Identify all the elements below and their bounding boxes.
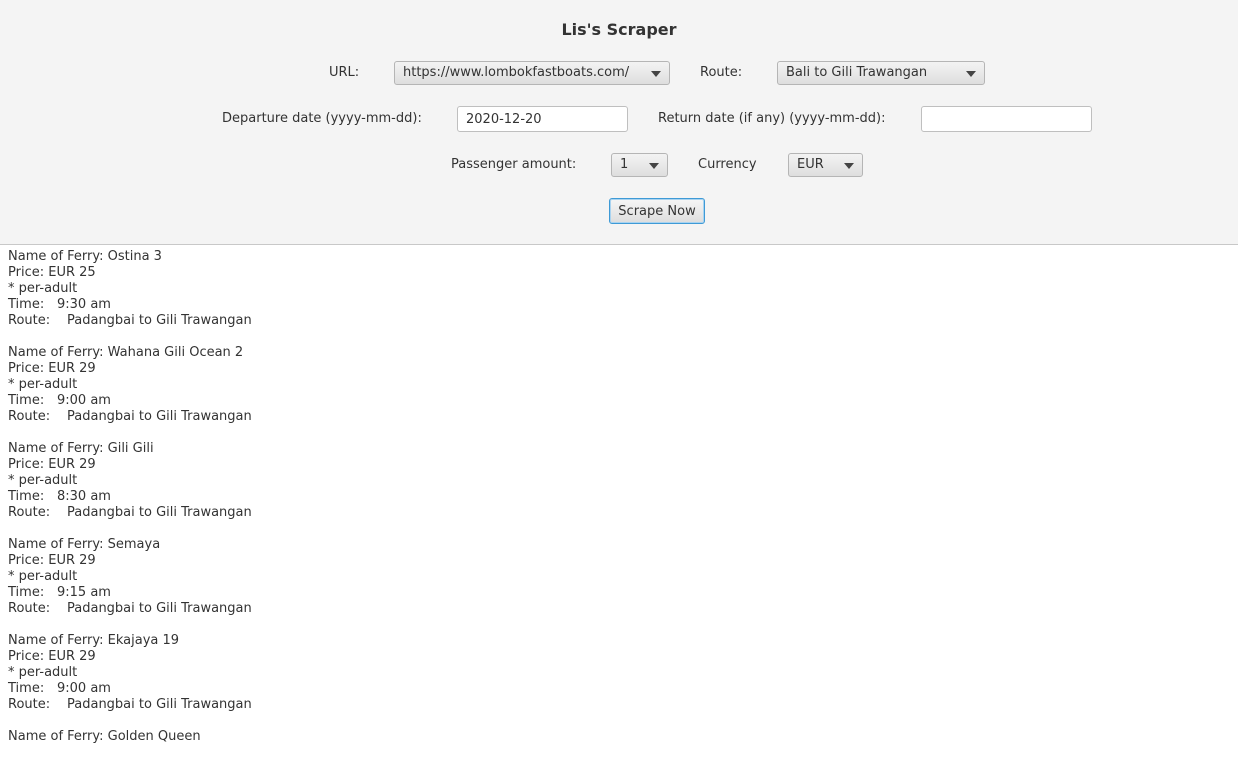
chevron-down-icon: [966, 71, 976, 77]
ferry-time-label: Time:: [8, 585, 45, 600]
ferry-time: 9:00 am: [57, 681, 111, 696]
route-dropdown-value: Bali to Gili Trawangan: [786, 65, 928, 80]
ferry-name: Name of Ferry: Wahana Gili Ocean 2: [8, 345, 244, 360]
ferry-route-label: Route:: [8, 409, 51, 424]
departure-date-label: Departure date (yyyy-mm-dd):: [222, 111, 422, 126]
chevron-down-icon: [649, 163, 659, 169]
ferry-time: 9:30 am: [57, 297, 111, 312]
route-label: Route:: [700, 65, 743, 80]
ferry-route-row: Route: Padangbai to Gili Trawangan: [8, 697, 1228, 713]
currency-value: EUR: [797, 157, 824, 172]
ferry-route-label: Route:: [8, 313, 51, 328]
results-output: Name of Ferry: Ostina 3 Price: EUR 25 * …: [8, 249, 1228, 761]
ferry-result: Name of Ferry: Gili Gili Price: EUR 29 *…: [8, 441, 1228, 521]
ferry-price: Price: EUR 29: [8, 649, 96, 664]
departure-date-field[interactable]: [457, 106, 628, 132]
ferry-time: 9:00 am: [57, 393, 111, 408]
ferry-time-row: Time: 9:15 am: [8, 585, 1228, 601]
ferry-route-label: Route:: [8, 697, 51, 712]
app-title: Lis's Scraper: [561, 20, 677, 39]
ferry-route-label: Route:: [8, 601, 51, 616]
ferry-name: Name of Ferry: Gili Gili: [8, 441, 154, 456]
ferry-price-note: * per-adult: [8, 473, 78, 488]
ferry-price-note: * per-adult: [8, 569, 78, 584]
ferry-time-label: Time:: [8, 489, 45, 504]
ferry-route-row: Route: Padangbai to Gili Trawangan: [8, 313, 1228, 329]
return-date-field[interactable]: [921, 106, 1092, 132]
ferry-name: Name of Ferry: Semaya: [8, 537, 161, 552]
ferry-price-note: * per-adult: [8, 377, 78, 392]
ferry-route: Padangbai to Gili Trawangan: [67, 601, 252, 616]
scraper-form-panel: Lis's Scraper URL: https://www.lombokfas…: [0, 0, 1238, 245]
route-dropdown[interactable]: Bali to Gili Trawangan: [777, 61, 985, 85]
return-date-label: Return date (if any) (yyyy-mm-dd):: [658, 111, 886, 126]
ferry-price: Price: EUR 29: [8, 361, 96, 376]
ferry-result: Name of Ferry: Ekajaya 19 Price: EUR 29 …: [8, 633, 1228, 713]
url-dropdown[interactable]: https://www.lombokfastboats.com/: [394, 61, 670, 85]
ferry-route-row: Route: Padangbai to Gili Trawangan: [8, 505, 1228, 521]
ferry-time-row: Time: 9:00 am: [8, 681, 1228, 697]
ferry-route: Padangbai to Gili Trawangan: [67, 697, 252, 712]
ferry-route-row: Route: Padangbai to Gili Trawangan: [8, 601, 1228, 617]
ferry-time-label: Time:: [8, 393, 45, 408]
ferry-result: Name of Ferry: Wahana Gili Ocean 2 Price…: [8, 345, 1228, 425]
passenger-amount-value: 1: [620, 157, 629, 172]
currency-label: Currency: [698, 157, 757, 172]
ferry-route-row: Route: Padangbai to Gili Trawangan: [8, 409, 1228, 425]
scrape-now-button[interactable]: Scrape Now: [609, 198, 705, 224]
ferry-name: Name of Ferry: Ekajaya 19: [8, 633, 180, 648]
chevron-down-icon: [651, 71, 661, 77]
chevron-down-icon: [844, 163, 854, 169]
ferry-price: Price: EUR 29: [8, 553, 96, 568]
ferry-route-label: Route:: [8, 505, 51, 520]
ferry-price-note: * per-adult: [8, 665, 78, 680]
ferry-price-note: * per-adult: [8, 281, 78, 296]
ferry-price: Price: EUR 25: [8, 265, 96, 280]
passenger-amount-label: Passenger amount:: [451, 157, 577, 172]
ferry-time-label: Time:: [8, 681, 45, 696]
ferry-time-row: Time: 9:00 am: [8, 393, 1228, 409]
ferry-result: Name of Ferry: Ostina 3 Price: EUR 25 * …: [8, 249, 1228, 329]
ferry-route: Padangbai to Gili Trawangan: [67, 409, 252, 424]
url-dropdown-value: https://www.lombokfastboats.com/: [403, 65, 630, 80]
ferry-time: 9:15 am: [57, 585, 111, 600]
ferry-route: Padangbai to Gili Trawangan: [67, 505, 252, 520]
passenger-amount-dropdown[interactable]: 1: [611, 153, 668, 177]
ferry-time-label: Time:: [8, 297, 45, 312]
url-label: URL:: [329, 65, 360, 80]
ferry-route: Padangbai to Gili Trawangan: [67, 313, 252, 328]
ferry-name: Name of Ferry: Ostina 3: [8, 249, 162, 264]
ferry-price: Price: EUR 29: [8, 457, 96, 472]
ferry-time-row: Time: 8:30 am: [8, 489, 1228, 505]
ferry-result: Name of Ferry: Semaya Price: EUR 29 * pe…: [8, 537, 1228, 617]
ferry-time: 8:30 am: [57, 489, 111, 504]
ferry-time-row: Time: 9:30 am: [8, 297, 1228, 313]
currency-dropdown[interactable]: EUR: [788, 153, 863, 177]
